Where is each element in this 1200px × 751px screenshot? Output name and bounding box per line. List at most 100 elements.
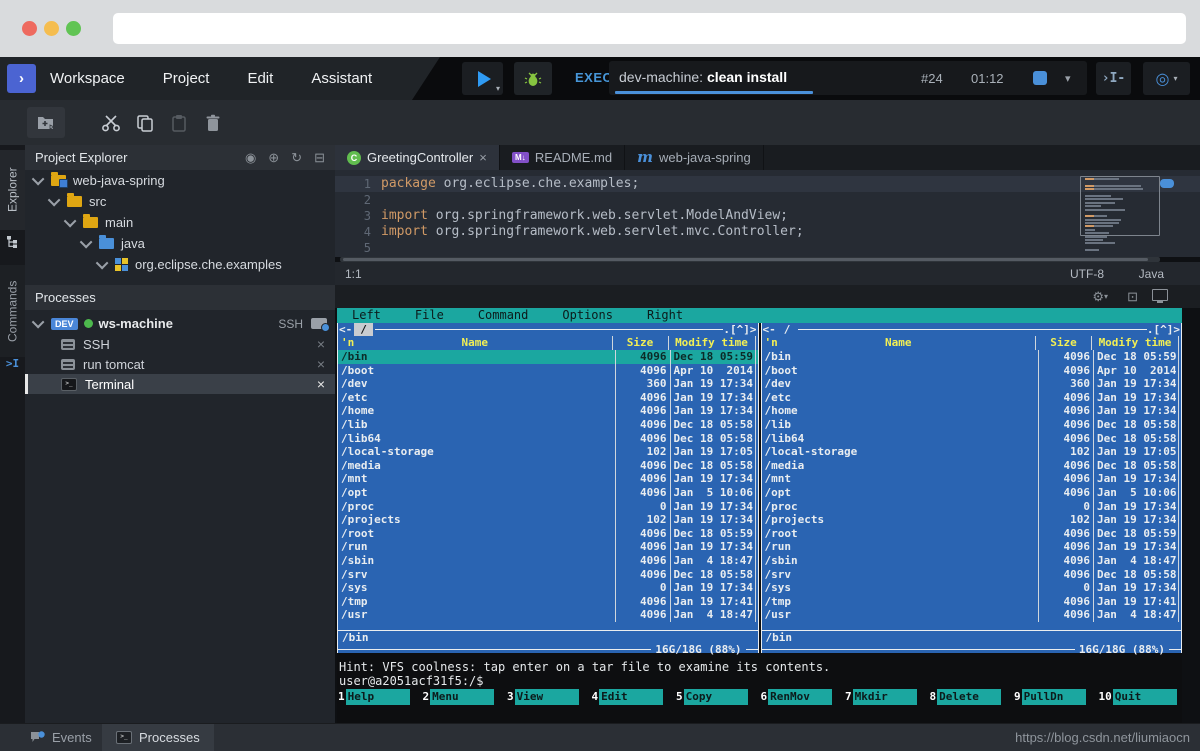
mc-prompt[interactable]: user@a2051acf31f5:/$ (339, 674, 484, 688)
delete-button[interactable] (199, 107, 227, 138)
mc-row-usr[interactable]: /usr4096Jan 4 18:47 (762, 608, 1182, 622)
cut-button[interactable] (97, 107, 125, 138)
mc-fkey-mkdir[interactable]: 7Mkdir (844, 689, 929, 705)
tree-item-main[interactable]: main (25, 212, 335, 233)
mc-row-tmp[interactable]: /tmp4096Jan 19 17:41 (762, 595, 1182, 609)
mc-fkey-delete[interactable]: 8Delete (929, 689, 1014, 705)
mc-row-home[interactable]: /home4096Jan 19 17:34 (762, 404, 1182, 418)
run-button[interactable]: ▾ (462, 62, 503, 95)
ssh-label[interactable]: SSH (278, 317, 303, 331)
mc-row-srv[interactable]: /srv4096Dec 18 05:58 (762, 568, 1182, 582)
mc-col-modify[interactable]: Modify time (668, 336, 756, 350)
mc-col-name[interactable]: 'nName (762, 336, 1036, 350)
close-icon[interactable]: × (317, 357, 325, 371)
close-icon[interactable]: × (317, 377, 325, 391)
commands-terminal-icon[interactable]: >I (0, 357, 25, 370)
chevron-down-icon[interactable] (64, 215, 77, 228)
mc-col-name[interactable]: 'nName (338, 336, 612, 350)
mc-row-run[interactable]: /run4096Jan 19 17:34 (338, 540, 758, 554)
mc-col-size[interactable]: Size (612, 336, 668, 350)
mc-row-boot[interactable]: /boot4096Apr 10 2014 (338, 364, 758, 378)
mc-fkey-menu[interactable]: 2Menu (422, 689, 507, 705)
mc-menu-item-options[interactable]: Options (562, 308, 613, 323)
hscroll-thumb[interactable] (343, 258, 1148, 261)
mc-row-root[interactable]: /root4096Dec 18 05:59 (762, 527, 1182, 541)
mc-row-lib64[interactable]: /lib644096Dec 18 05:58 (338, 432, 758, 446)
mc-fkey-view[interactable]: 3View (506, 689, 591, 705)
copy-button[interactable] (131, 107, 159, 138)
command-dropdown-caret[interactable]: ▾ (1065, 72, 1071, 85)
link-with-editor-icon[interactable]: ⊕ (268, 151, 279, 164)
mc-row-boot[interactable]: /boot4096Apr 10 2014 (762, 364, 1182, 378)
mc-menu-item-left[interactable]: Left (352, 308, 381, 323)
events-tab[interactable]: Events (16, 724, 106, 751)
process-item-run-tomcat[interactable]: run tomcat× (25, 354, 335, 374)
close-icon[interactable]: × (479, 150, 487, 165)
mc-row-projects[interactable]: /projects102Jan 19 17:34 (338, 513, 758, 527)
mc-row-opt[interactable]: /opt4096Jan 5 10:06 (338, 486, 758, 500)
mc-row-tmp[interactable]: /tmp4096Jan 19 17:41 (338, 595, 758, 609)
mc-fkey-pulldn[interactable]: 9PullDn (1013, 689, 1098, 705)
mc-row-mnt[interactable]: /mnt4096Jan 19 17:34 (762, 472, 1182, 486)
mc-menu-item-file[interactable]: File (415, 308, 444, 323)
mc-menu-item-right[interactable]: Right (647, 308, 683, 323)
chevron-down-icon[interactable] (32, 316, 45, 329)
address-bar[interactable] (113, 13, 1186, 44)
mc-row-opt[interactable]: /opt4096Jan 5 10:06 (762, 486, 1182, 500)
mc-row-etc[interactable]: /etc4096Jan 19 17:34 (338, 391, 758, 405)
chevron-down-icon[interactable] (96, 257, 109, 270)
debug-perspective-button[interactable]: ◎ ▾ (1143, 62, 1190, 95)
close-icon[interactable]: × (317, 337, 325, 351)
mc-row-sbin[interactable]: /sbin4096Jan 4 18:47 (762, 554, 1182, 568)
mc-fkey-renmov[interactable]: 6RenMov (760, 689, 845, 705)
refresh-icon[interactable]: ↻ (291, 151, 302, 164)
minimize-window-button[interactable] (44, 21, 59, 36)
process-item-terminal[interactable]: >_Terminal× (25, 374, 335, 394)
mc-row-sbin[interactable]: /sbin4096Jan 4 18:47 (338, 554, 758, 568)
mc-col-modify[interactable]: Modify time (1091, 336, 1179, 350)
stop-button[interactable] (1033, 71, 1047, 85)
mc-row-media[interactable]: /media4096Dec 18 05:58 (338, 459, 758, 473)
perspective-dropdown-caret[interactable]: ▾ (1173, 75, 1177, 83)
mc-row-lib[interactable]: /lib4096Dec 18 05:58 (762, 418, 1182, 432)
zoom-window-button[interactable] (66, 21, 81, 36)
mc-row-run[interactable]: /run4096Jan 19 17:34 (762, 540, 1182, 554)
mc-current-path[interactable]: / (778, 323, 797, 336)
mc-row-projects[interactable]: /projects102Jan 19 17:34 (762, 513, 1182, 527)
mc-row-local-storage[interactable]: /local-storage102Jan 19 17:05 (762, 445, 1182, 459)
vertical-scrollbar[interactable] (1160, 179, 1174, 188)
mc-row-proc[interactable]: /proc0Jan 19 17:34 (338, 500, 758, 514)
mc-row-sys[interactable]: /sys0Jan 19 17:34 (338, 581, 758, 595)
mc-row-bin[interactable]: /bin4096Dec 18 05:59 (338, 350, 758, 364)
midnight-commander[interactable]: LeftFileCommandOptionsRight <-/.[^]>'nNa… (337, 308, 1182, 723)
tree-item-org-eclipse-che-examples[interactable]: org.eclipse.che.examples (25, 254, 335, 275)
machine-row[interactable]: DEV ws-machine SSH (25, 313, 335, 334)
collapse-icon[interactable]: ⊟ (314, 151, 325, 164)
editor-tab-greetingcontroller[interactable]: CGreetingController× (335, 145, 500, 170)
terminal-perspective-button[interactable]: ›I- (1096, 62, 1131, 95)
mc-row-home[interactable]: /home4096Jan 19 17:34 (338, 404, 758, 418)
editor-tab-web-java-spring[interactable]: mweb-java-spring (625, 145, 764, 170)
gear-icon[interactable]: ⚙▾ (1092, 289, 1108, 304)
debug-button[interactable] (514, 62, 552, 95)
mc-row-srv[interactable]: /srv4096Dec 18 05:58 (338, 568, 758, 582)
mc-row-usr[interactable]: /usr4096Jan 4 18:47 (338, 608, 758, 622)
mc-col-size[interactable]: Size (1035, 336, 1091, 350)
mc-row-mnt[interactable]: /mnt4096Jan 19 17:34 (338, 472, 758, 486)
process-item-ssh[interactable]: SSH× (25, 334, 335, 354)
close-window-button[interactable] (22, 21, 37, 36)
mc-fkey-edit[interactable]: 4Edit (591, 689, 676, 705)
mc-current-path[interactable]: / (354, 323, 373, 336)
project-tree-icon[interactable] (0, 235, 25, 248)
new-terminal-icon[interactable] (311, 318, 327, 329)
mc-row-dev[interactable]: /dev360Jan 19 17:34 (338, 377, 758, 391)
rail-tab-commands[interactable]: Commands (0, 265, 25, 357)
mc-row-media[interactable]: /media4096Dec 18 05:58 (762, 459, 1182, 473)
chevron-down-icon[interactable] (80, 236, 93, 249)
minimize-panel-icon[interactable]: ⊡ (1127, 289, 1138, 304)
mc-row-sys[interactable]: /sys0Jan 19 17:34 (762, 581, 1182, 595)
scope-icon[interactable]: ◉ (245, 151, 256, 164)
chevron-down-icon[interactable] (48, 194, 61, 207)
mc-row-local-storage[interactable]: /local-storage102Jan 19 17:05 (338, 445, 758, 459)
chevron-down-icon[interactable] (32, 173, 45, 186)
